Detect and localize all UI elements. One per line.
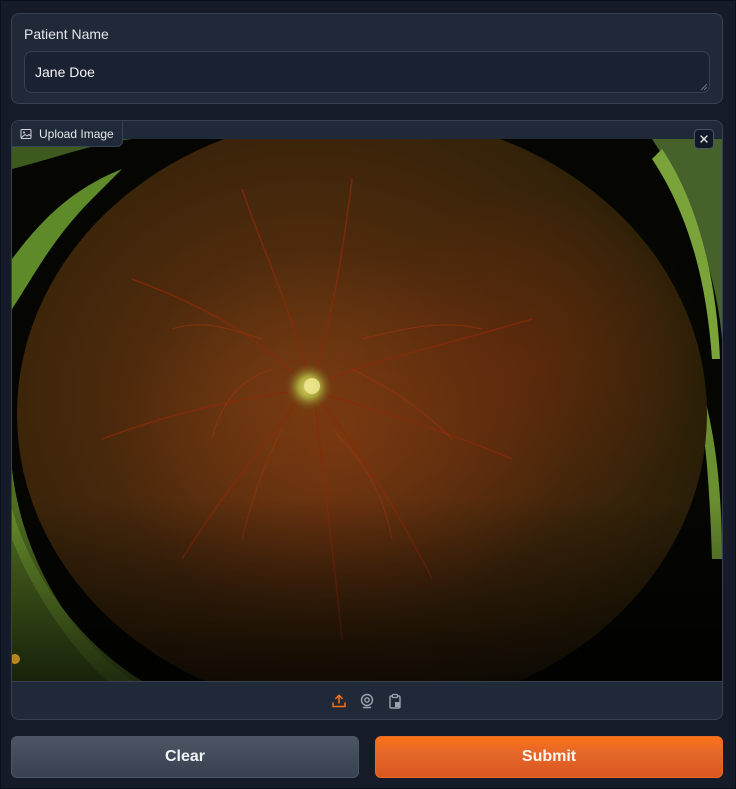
image-source-toolbar <box>12 681 722 719</box>
close-icon <box>700 135 708 143</box>
image-icon <box>20 128 32 139</box>
fundus-image <box>12 139 722 681</box>
webcam-icon <box>360 693 374 709</box>
app-window: Patient Name Jane Doe Upload Image Clear… <box>0 0 736 789</box>
clipboard-button[interactable] <box>387 693 403 709</box>
resize-grip-icon[interactable] <box>700 83 708 91</box>
patient-name-label: Patient Name <box>24 26 109 42</box>
upload-icon <box>332 694 346 708</box>
submit-button[interactable]: Submit <box>375 736 723 778</box>
image-upload-label-text: Upload Image <box>39 126 114 141</box>
webcam-button[interactable] <box>359 693 375 709</box>
patient-name-input[interactable]: Jane Doe <box>24 51 710 93</box>
patient-name-block: Patient Name Jane Doe <box>11 13 723 104</box>
image-upload-block: Upload Image <box>11 120 723 720</box>
close-button[interactable] <box>694 129 714 149</box>
image-upload-label: Upload Image <box>12 121 123 147</box>
upload-button[interactable] <box>331 693 347 709</box>
clipboard-icon <box>389 693 401 709</box>
clear-button[interactable]: Clear <box>11 736 359 778</box>
